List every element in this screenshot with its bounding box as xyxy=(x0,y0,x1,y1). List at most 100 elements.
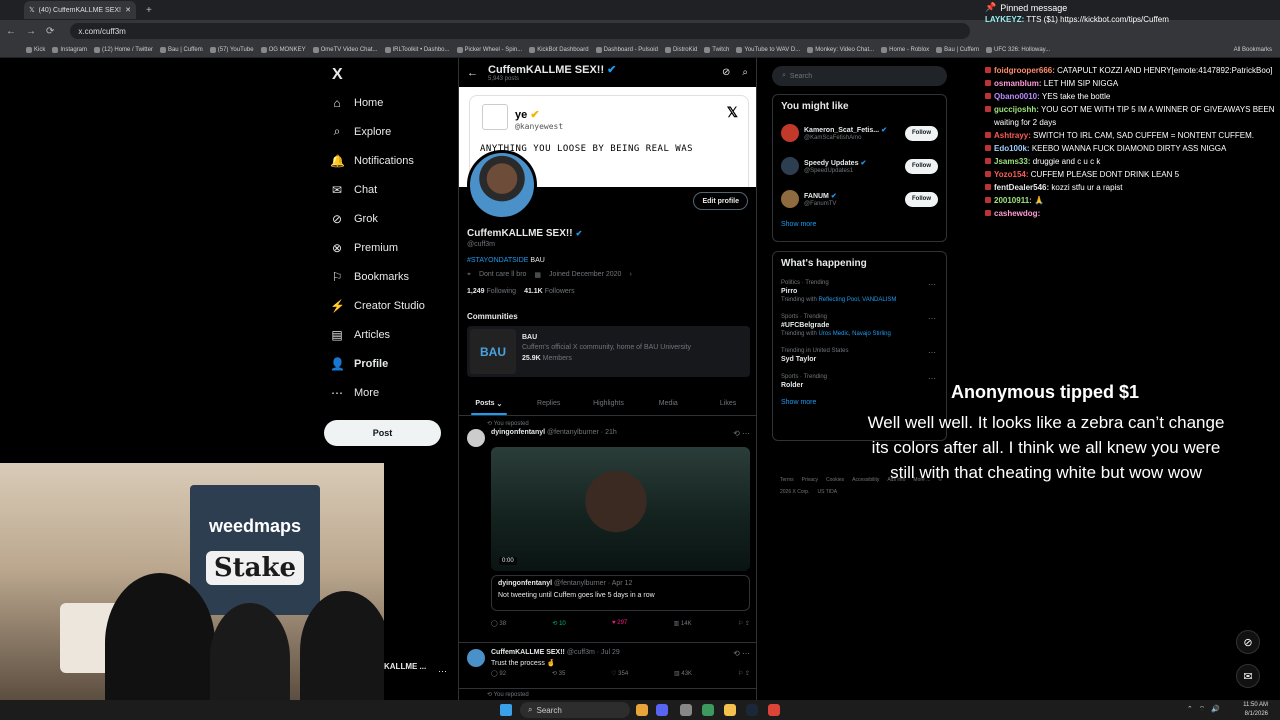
close-tab-icon[interactable]: ✕ xyxy=(125,6,131,14)
nav-item-grok[interactable]: ⊘ Grok xyxy=(324,204,444,233)
trend-item[interactable]: Politics · Trending Pirro Trending with Re… xyxy=(781,280,938,303)
reload-icon[interactable]: ⟳ xyxy=(46,26,54,37)
post-item[interactable]: CuffemKALLME SEX!! @cuff3m · Jul 29 Trus… xyxy=(459,642,756,667)
bookmark-item[interactable]: Instagram xyxy=(52,46,87,53)
bookmark-item[interactable]: Twitch xyxy=(704,46,729,53)
post-video[interactable]: 0:00 xyxy=(491,447,750,571)
browser-tab[interactable]: 𝕏 (40) CuffemKALLME SEX!! (@cuff3m) ✕ xyxy=(24,1,136,19)
bookmark-item[interactable]: OmeTV Video Chat... xyxy=(312,46,378,53)
tab-likes[interactable]: Likes xyxy=(698,392,756,415)
bookmark-item[interactable]: Monkey: Video Chat... xyxy=(807,46,874,53)
follow-button[interactable]: Follow xyxy=(905,158,938,174)
reply-button[interactable]: ◯ 38 xyxy=(491,620,506,627)
like-button[interactable]: ♡ 354 xyxy=(611,670,628,677)
edit-profile-button[interactable]: Edit profile xyxy=(693,192,748,210)
trend-item[interactable]: Trending in United States Syd Taylor ⋯ xyxy=(781,348,938,363)
search-input[interactable]: ⌕ Search xyxy=(772,66,947,86)
post-button[interactable]: Post xyxy=(324,420,441,446)
footer-link[interactable]: US TIDA xyxy=(817,489,837,495)
nav-item-premium[interactable]: ⊗ Premium xyxy=(324,233,444,262)
account-switcher-name[interactable]: KALLME ... xyxy=(384,662,426,671)
nav-item-more[interactable]: ⋯ More xyxy=(324,378,444,407)
followers-link[interactable]: 41.1K Followers xyxy=(524,288,575,295)
all-bookmarks-button[interactable]: All Bookmarks xyxy=(1234,47,1272,53)
x-logo-icon[interactable]: X xyxy=(332,62,444,88)
suggestion-item[interactable]: FANUM ✔ @FanumTV Follow xyxy=(781,187,938,211)
app-icon[interactable] xyxy=(702,704,714,716)
views-count[interactable]: ▥ 14K xyxy=(674,620,692,627)
chrome-icon[interactable] xyxy=(768,704,780,716)
system-tray[interactable]: ⌃ ⌔ 🔊 xyxy=(1187,705,1220,714)
bookmark-item[interactable]: (57) YouTube xyxy=(209,46,254,53)
bookmark-icon[interactable]: ⚐ ⇪ xyxy=(738,620,750,627)
tab-media[interactable]: Media xyxy=(638,392,698,415)
nav-item-explore[interactable]: ⌕ Explore xyxy=(324,117,444,146)
suggestion-item[interactable]: Speedy Updates ✔ @SpeedUpdates1 Follow xyxy=(781,154,938,178)
post-author[interactable]: CuffemKALLME SEX!! @cuff3m · Jul 29 xyxy=(491,649,620,656)
forward-icon[interactable]: → xyxy=(26,26,36,37)
discord-icon[interactable] xyxy=(656,704,668,716)
more-options-icon[interactable]: ⋯ xyxy=(928,280,936,289)
more-options-icon[interactable]: ⋯ xyxy=(928,348,936,357)
search-icon[interactable]: ⌕ xyxy=(742,67,748,78)
nav-item-home[interactable]: ⌂ Home xyxy=(324,88,444,117)
suggestion-avatar[interactable] xyxy=(781,190,799,208)
chrome-icon[interactable] xyxy=(636,704,648,716)
steam-icon[interactable] xyxy=(746,704,758,716)
more-options-icon[interactable]: ⋯ xyxy=(928,314,936,323)
bookmark-item[interactable]: Kick xyxy=(26,46,45,53)
bookmark-item[interactable]: Home - Roblox xyxy=(881,46,929,53)
suggestion-avatar[interactable] xyxy=(781,157,799,175)
like-button[interactable]: ♥ 297 xyxy=(612,620,627,627)
community-card[interactable]: BAU BAU Cuffem's official X community, h… xyxy=(467,326,750,377)
post-author[interactable]: dyingonfentanyl @fentanylburner · 21h xyxy=(491,429,617,447)
bookmark-item[interactable]: DistroKid xyxy=(664,46,697,53)
chevron-up-icon[interactable]: ⌃ xyxy=(1187,705,1193,714)
nav-item-articles[interactable]: ▤ Articles xyxy=(324,320,444,349)
bookmark-item[interactable]: (12) Home / Twitter xyxy=(94,46,153,53)
grok-icon[interactable]: ⊘ xyxy=(722,67,730,78)
url-field[interactable]: x.com/cuff3m xyxy=(70,23,971,39)
new-tab-icon[interactable]: + xyxy=(146,5,152,16)
nav-item-creator-studio[interactable]: ⚡ Creator Studio xyxy=(324,291,444,320)
footer-link[interactable]: Terms xyxy=(780,477,794,483)
trend-related-link[interactable]: Reflecting Pool, VANDALISM xyxy=(818,297,896,303)
follow-button[interactable]: Follow xyxy=(905,191,938,207)
post-avatar[interactable] xyxy=(467,649,485,667)
suggestion-item[interactable]: Kameron_Scat_Fetis... ✔ @KamScaFetishAmo Fo… xyxy=(781,121,938,145)
bookmark-item[interactable]: KickBot Dashboard xyxy=(529,46,589,53)
profile-avatar[interactable] xyxy=(467,150,537,220)
more-options-icon[interactable]: ⟲ ⋯ xyxy=(733,649,750,667)
post-item[interactable]: ⟲ You reposted xyxy=(459,688,756,698)
nav-item-bookmarks[interactable]: ⚐ Bookmarks xyxy=(324,262,444,291)
footer-link[interactable]: Cookies xyxy=(826,477,844,483)
bookmark-item[interactable]: YouTube to WAV D... xyxy=(736,46,800,53)
trend-related-link[interactable]: Uros Medic, Navajo Stirling xyxy=(818,331,890,337)
grok-icon[interactable]: ⊘ xyxy=(1236,630,1260,654)
taskbar-clock[interactable]: 11:50 AM 8/1/2026 xyxy=(1243,701,1268,719)
more-options-icon[interactable]: ⋯ xyxy=(438,666,447,677)
repost-button[interactable]: ⟲ 35 xyxy=(552,670,565,677)
post-item[interactable]: ⟲ You reposted dyingonfentanyl @fentanyl… xyxy=(459,420,756,447)
tab-replies[interactable]: Replies xyxy=(519,392,579,415)
taskbar-search[interactable]: ⌕ Search xyxy=(520,702,630,718)
back-arrow-icon[interactable]: ← xyxy=(467,67,478,79)
windows-start-icon[interactable] xyxy=(500,704,512,716)
file-explorer-icon[interactable] xyxy=(724,704,736,716)
nav-item-profile[interactable]: 👤 Profile xyxy=(324,349,444,378)
views-count[interactable]: ▥ 43K xyxy=(674,670,692,677)
nav-item-chat[interactable]: ✉ Chat xyxy=(324,175,444,204)
bookmark-item[interactable]: Bau | Cuffem xyxy=(159,46,203,53)
suggestion-avatar[interactable] xyxy=(781,124,799,142)
post-avatar[interactable] xyxy=(467,429,485,447)
bookmark-item[interactable]: Bau | Cuffem xyxy=(936,46,979,53)
back-icon[interactable]: ← xyxy=(6,26,16,37)
footer-link[interactable]: Privacy xyxy=(802,477,818,483)
nav-item-notifications[interactable]: 🔔 Notifications xyxy=(324,146,444,175)
tab-posts[interactable]: Posts ⌄ xyxy=(459,392,519,415)
bookmark-item[interactable]: Picker Wheel - Spin... xyxy=(456,46,522,53)
tab-highlights[interactable]: Highlights xyxy=(579,392,639,415)
app-icon[interactable] xyxy=(680,704,692,716)
bookmark-item[interactable]: OG MONKEY xyxy=(260,46,306,53)
messages-icon[interactable]: ✉ xyxy=(1236,664,1260,688)
